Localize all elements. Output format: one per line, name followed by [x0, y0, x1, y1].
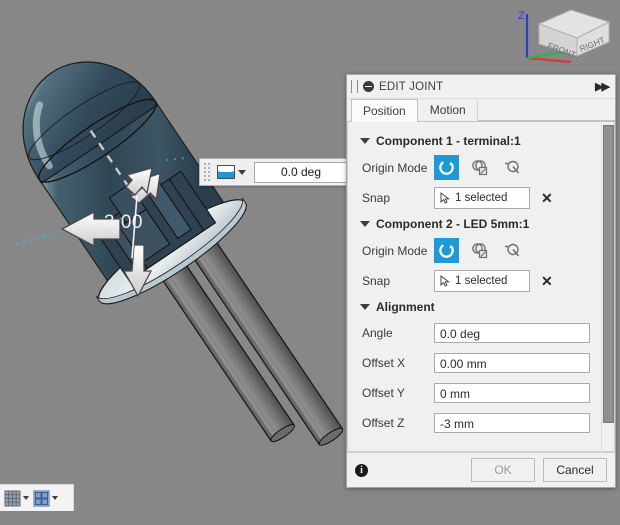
- snap-selection-value-2: 1 selected: [455, 275, 508, 287]
- alignment-offset-x-row: Offset X 0.00 mm: [348, 348, 614, 378]
- alignment-angle-row: Angle 0.0 deg: [348, 318, 614, 348]
- dialog-body: Component 1 - terminal:1 Origin Mode Sna…: [347, 122, 615, 452]
- grid-snap-button[interactable]: [4, 490, 29, 507]
- section-alignment[interactable]: Alignment: [348, 296, 614, 318]
- viewport-status-bar: [0, 484, 74, 511]
- snap-selection-field-1[interactable]: 1 selected: [434, 187, 530, 209]
- snap-origin-mode-icon[interactable]: [434, 238, 459, 263]
- custom-origin-mode-icon[interactable]: [500, 155, 525, 180]
- origin-mode-row-1: Origin Mode: [348, 152, 614, 183]
- section-component-2-title: Component 2 - LED 5mm:1: [376, 217, 530, 231]
- alignment-offset-z-row: Offset Z -3 mm: [348, 408, 614, 438]
- info-icon[interactable]: i: [355, 463, 368, 477]
- canvas-value-input[interactable]: 0.0 deg: [199, 158, 365, 186]
- offset-z-label: Offset Z: [362, 416, 405, 430]
- section-alignment-title: Alignment: [376, 300, 435, 314]
- ruler-icon: [217, 165, 235, 179]
- section-component-1-title: Component 1 - terminal:1: [376, 134, 521, 148]
- dialog-footer: i OK Cancel: [347, 452, 615, 487]
- double-chevron-right-icon[interactable]: ▶▶: [595, 80, 611, 93]
- alignment-offset-y-row: Offset Y 0 mm: [348, 378, 614, 408]
- snap-row-2: Snap 1 selected ✕: [348, 266, 614, 296]
- snap-label-1: Snap: [362, 191, 391, 205]
- origin-mode-label-1: Origin Mode: [362, 160, 428, 175]
- dimension-value[interactable]: 3.00: [104, 212, 143, 234]
- snap-selection-value-1: 1 selected: [455, 192, 508, 204]
- between-two-faces-mode-icon[interactable]: [467, 238, 492, 263]
- cursor-arrow-icon: [440, 192, 450, 204]
- chevron-down-icon[interactable]: [238, 169, 246, 175]
- tab-motion[interactable]: Motion: [418, 99, 478, 121]
- angle-label: Angle: [362, 326, 393, 340]
- offset-y-input[interactable]: 0 mm: [434, 383, 590, 403]
- ok-button[interactable]: OK: [471, 458, 535, 482]
- drag-grip-icon[interactable]: [351, 80, 358, 93]
- origin-mode-label-2: Origin Mode: [362, 243, 428, 258]
- cursor-arrow-icon: [440, 275, 450, 287]
- triangle-down-icon[interactable]: [360, 221, 370, 227]
- offset-x-input[interactable]: 0.00 mm: [434, 353, 590, 373]
- snap-origin-mode-icon[interactable]: [434, 155, 459, 180]
- dialog-title: EDIT JOINT: [379, 80, 444, 93]
- custom-origin-mode-icon[interactable]: [500, 238, 525, 263]
- origin-mode-row-2: Origin Mode: [348, 235, 614, 266]
- minus-circle-icon[interactable]: [363, 81, 374, 92]
- fusion360-window: 3.00 Z X FRONT RIGHT 0.0 deg EDIT JOINT …: [0, 0, 620, 525]
- chevron-down-icon[interactable]: [52, 496, 58, 500]
- offset-x-label: Offset X: [362, 356, 406, 370]
- triangle-down-icon[interactable]: [360, 304, 370, 310]
- dialog-scrollbar[interactable]: [601, 123, 614, 450]
- triangle-down-icon[interactable]: [360, 138, 370, 144]
- section-component-1[interactable]: Component 1 - terminal:1: [348, 130, 614, 152]
- between-two-faces-mode-icon[interactable]: [467, 155, 492, 180]
- viewport-layout-button[interactable]: [33, 490, 58, 507]
- snap-selection-field-2[interactable]: 1 selected: [434, 270, 530, 292]
- clear-selection-icon-1[interactable]: ✕: [541, 191, 553, 205]
- chevron-down-icon[interactable]: [23, 496, 29, 500]
- dialog-header[interactable]: EDIT JOINT ▶▶: [347, 75, 615, 99]
- grid-icon: [4, 490, 21, 506]
- snap-label-2: Snap: [362, 274, 391, 288]
- drag-grip-icon[interactable]: [202, 162, 213, 182]
- section-component-2[interactable]: Component 2 - LED 5mm:1: [348, 213, 614, 235]
- grid-layout-icon: [33, 490, 50, 506]
- clear-selection-icon-2[interactable]: ✕: [541, 274, 553, 288]
- dialog-scrollbar-thumb[interactable]: [603, 125, 614, 423]
- dialog-tabs: Position Motion: [347, 99, 615, 122]
- tab-filler: [477, 120, 615, 121]
- tab-position[interactable]: Position: [351, 99, 418, 122]
- angle-input[interactable]: 0.0 deg: [434, 323, 590, 343]
- offset-y-label: Offset Y: [362, 386, 405, 400]
- snap-row-1: Snap 1 selected ✕: [348, 183, 614, 213]
- offset-z-input[interactable]: -3 mm: [434, 413, 590, 433]
- cancel-button[interactable]: Cancel: [543, 458, 607, 482]
- unit-selector[interactable]: [213, 165, 250, 179]
- angle-value-input[interactable]: 0.0 deg: [254, 161, 348, 183]
- edit-joint-dialog: EDIT JOINT ▶▶ Position Motion Component …: [346, 74, 616, 488]
